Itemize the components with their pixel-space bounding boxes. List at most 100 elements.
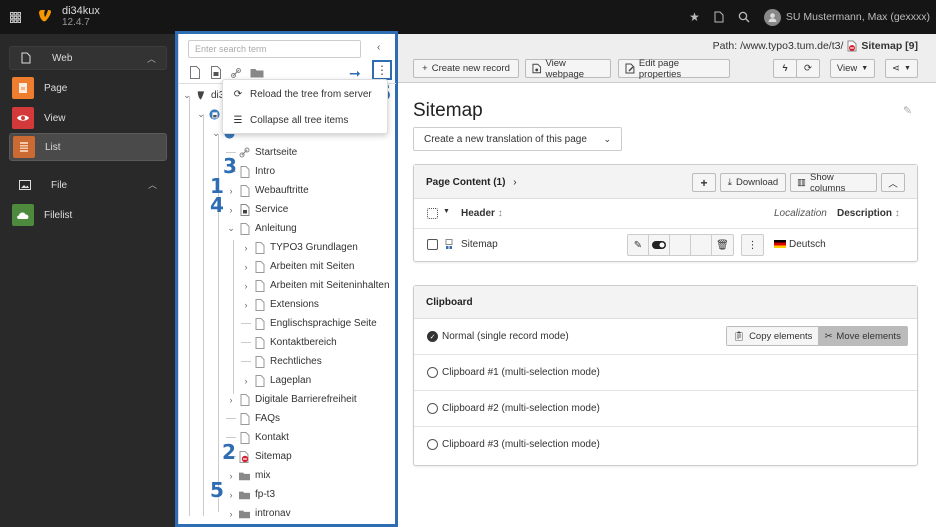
page-icon[interactable]	[254, 355, 265, 368]
tree-node-label[interactable]: Webauftritte	[255, 185, 309, 196]
clipboard-mode-row[interactable]: Clipboard #3 (multi-selection mode)	[414, 427, 917, 465]
tree-node[interactable]: ⌄ Anleitung	[226, 219, 297, 238]
page-hidden-icon[interactable]	[239, 450, 250, 463]
row-checkbox[interactable]	[427, 239, 438, 250]
page-icon[interactable]	[239, 222, 250, 235]
collapse-tree-panel-button[interactable]: ‹	[377, 42, 380, 53]
module-item-filelist[interactable]: Filelist	[9, 201, 167, 229]
tree-node[interactable]: Kontaktbereich	[241, 333, 337, 352]
view-webpage-button[interactable]: View webpage	[525, 58, 611, 80]
edit-title-pencil-icon[interactable]: ✎	[903, 104, 912, 117]
tree-node[interactable]: FAQs	[226, 409, 280, 428]
column-header-header[interactable]: Header ↕	[461, 208, 503, 219]
tree-node-label[interactable]: TYPO3 Grundlagen	[270, 242, 358, 253]
chevron-down-icon[interactable]: ⌄	[182, 90, 192, 101]
tree-node[interactable]: › Digitale Barrierefreiheit	[226, 390, 357, 409]
tree-node-label[interactable]: Extensions	[270, 299, 319, 310]
tree-node[interactable]: › Service	[226, 200, 288, 219]
new-link-icon[interactable]	[230, 66, 242, 79]
bookmark-star-icon[interactable]: ★	[689, 10, 700, 24]
radio-checked-icon[interactable]: ✓	[427, 331, 438, 342]
new-page-icon[interactable]	[189, 66, 201, 79]
module-item-view[interactable]: View	[9, 104, 167, 132]
page-icon[interactable]	[239, 165, 250, 178]
clipboard-mode-row[interactable]: ✓ Normal (single record mode) 📋︎ Copy el…	[414, 319, 917, 355]
tree-node-label[interactable]: Sitemap	[255, 451, 292, 462]
tree-node-label[interactable]: intronav	[255, 508, 291, 519]
clipboard-mode-row[interactable]: Clipboard #2 (multi-selection mode)	[414, 391, 917, 427]
tree-node[interactable]: Englischsprachige Seite	[241, 314, 377, 333]
tree-node-label[interactable]: Startseite	[255, 147, 297, 158]
delete-trash-icon[interactable]: 🗑	[712, 235, 733, 255]
page-icon[interactable]	[254, 241, 265, 254]
chevron-right-icon[interactable]: ›	[226, 490, 236, 500]
tree-node-label[interactable]: Arbeiten mit Seiteninhalten	[270, 280, 390, 291]
page-icon[interactable]	[254, 298, 265, 311]
chevron-down-icon[interactable]: ⌄	[211, 128, 221, 139]
tree-node-label[interactable]: Kontakt	[255, 432, 289, 443]
page-icon[interactable]	[254, 374, 265, 387]
shortcut-page-icon[interactable]	[239, 203, 250, 216]
move-elements-button[interactable]: ✂ Move elements	[818, 327, 907, 345]
tree-node[interactable]: › Extensions	[241, 295, 319, 314]
page-icon[interactable]	[254, 260, 265, 273]
tree-node-label[interactable]: Lageplan	[270, 375, 311, 386]
copy-elements-button[interactable]: 📋︎ Copy elements	[727, 327, 819, 345]
reload-button[interactable]: ⟳	[796, 59, 820, 78]
radio-unchecked-icon[interactable]	[427, 439, 438, 450]
tree-node-label[interactable]: fp-t3	[255, 489, 275, 500]
radio-unchecked-icon[interactable]	[427, 403, 438, 414]
folder-icon[interactable]	[239, 469, 250, 482]
edit-pencil-icon[interactable]: ✎	[628, 235, 649, 255]
path-current-page[interactable]: Sitemap [9]	[861, 40, 918, 52]
chevron-right-icon[interactable]: ›	[226, 395, 236, 405]
link-icon[interactable]	[239, 146, 250, 159]
clipboard-mode-row[interactable]: Clipboard #1 (multi-selection mode)	[414, 355, 917, 391]
tree-node[interactable]: › Arbeiten mit Seiteninhalten	[241, 276, 390, 295]
chevron-right-icon[interactable]: ›	[241, 243, 251, 253]
reload-tree-menu-item[interactable]: ⟳ Reload the tree from server	[232, 89, 372, 100]
module-item-list[interactable]: List	[9, 133, 167, 161]
radio-unchecked-icon[interactable]	[427, 367, 438, 378]
tree-node-label[interactable]: Anleitung	[255, 223, 297, 234]
tree-node[interactable]: › TYPO3 Grundlagen	[241, 238, 358, 257]
page-icon[interactable]	[254, 336, 265, 349]
row-more-actions[interactable]: ⋮	[741, 234, 764, 256]
page-icon[interactable]	[239, 393, 250, 406]
new-shortcut-page-icon[interactable]	[210, 66, 222, 79]
new-content-button[interactable]: +	[692, 173, 716, 192]
page-content-title[interactable]: Page Content (1) ›	[426, 177, 517, 188]
download-button[interactable]: ⤓ Download	[720, 173, 786, 192]
tree-node-label[interactable]: Englischsprachige Seite	[270, 318, 377, 329]
user-menu[interactable]: SU Mustermann, Max (gexxxx)	[763, 8, 930, 26]
more-kebab-icon[interactable]: ⋮	[742, 235, 763, 255]
tree-node[interactable]: › Lageplan	[241, 371, 311, 390]
share-dropdown[interactable]: ⋖ ▼	[885, 59, 918, 78]
page-icon[interactable]	[239, 431, 250, 444]
chevron-down-icon[interactable]: ⌄	[196, 109, 206, 120]
select-all-checkbox[interactable]	[427, 208, 438, 219]
chevron-right-icon[interactable]: ›	[241, 300, 251, 310]
chevron-right-icon[interactable]: ›	[241, 281, 251, 291]
page-icon[interactable]	[254, 317, 265, 330]
tree-node-label[interactable]: Digitale Barrierefreiheit	[255, 394, 357, 405]
column-header-description[interactable]: Description ↕	[837, 208, 900, 219]
tree-node[interactable]: › Webauftritte	[226, 181, 309, 200]
page-icon[interactable]	[239, 412, 250, 425]
page-icon[interactable]	[254, 279, 265, 292]
chevron-right-icon[interactable]: ›	[226, 205, 236, 215]
caret-down-icon[interactable]: ▼	[443, 208, 450, 215]
tree-node-label[interactable]: FAQs	[255, 413, 280, 424]
tree-node-label[interactable]: Arbeiten mit Seiten	[270, 261, 355, 272]
row-header-link[interactable]: Sitemap	[461, 239, 498, 250]
grid-menu-button[interactable]	[0, 0, 30, 34]
tree-actions-menu-button[interactable]: ⋮	[372, 60, 392, 80]
chevron-down-icon[interactable]: ⌄	[226, 223, 236, 234]
collapse-panel-button[interactable]: ︿	[881, 173, 905, 192]
create-new-record-button[interactable]: + Create new record	[413, 59, 519, 78]
show-columns-button[interactable]: ▥ Show columns	[790, 172, 877, 194]
tree-node[interactable]: › fp-t3	[226, 485, 276, 504]
module-group-web[interactable]: Web ︿	[9, 46, 167, 70]
toggle-visibility-icon[interactable]	[649, 235, 670, 255]
open-documents-icon[interactable]	[714, 11, 724, 23]
